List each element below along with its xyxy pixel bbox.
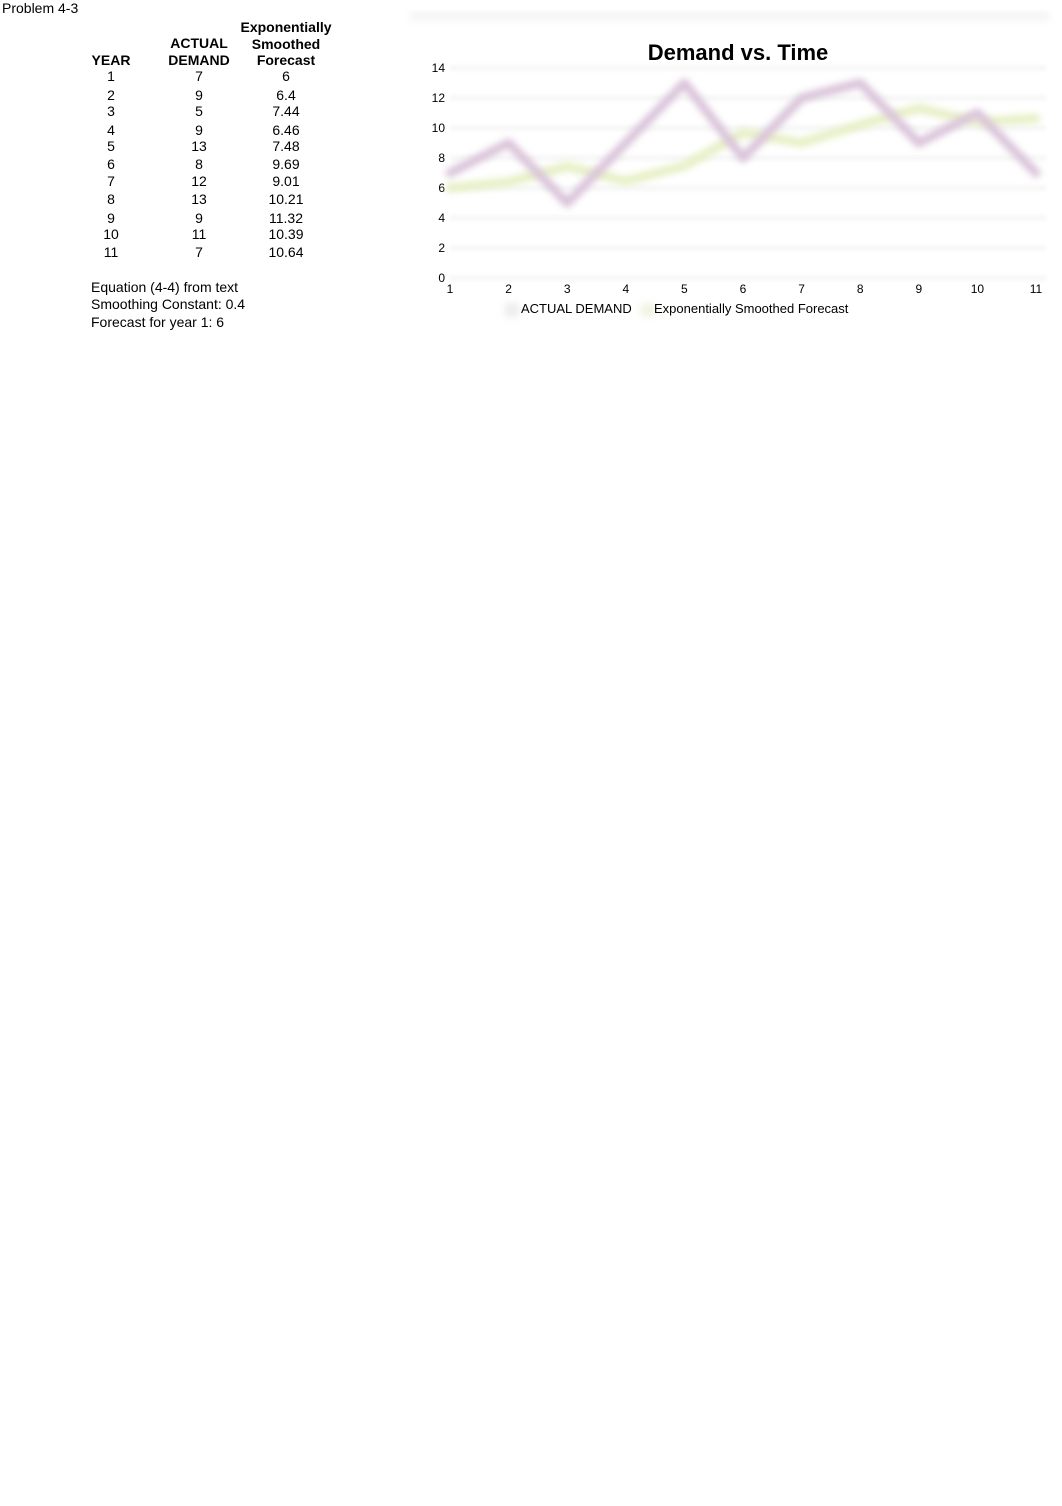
cell-forecast: 6.46 — [272, 122, 300, 138]
cell-year: 6 — [107, 156, 115, 172]
cell-actual: 12 — [191, 173, 207, 189]
chart-title: Demand vs. Time — [648, 40, 829, 65]
x-tick-label: 11 — [1030, 282, 1043, 296]
header-forecast-line3: Forecast — [256, 52, 316, 68]
header-forecast-line1: Exponentially — [240, 19, 332, 35]
note-equation: Equation (4-4) from text — [91, 279, 239, 295]
cell-year: 9 — [107, 210, 115, 226]
legend-swatch-actual-demand — [505, 303, 519, 317]
cell-actual: 13 — [191, 191, 207, 207]
y-tick-label: 10 — [432, 121, 446, 135]
series-line-actual-demand — [445, 78, 1041, 208]
cell-year: 2 — [107, 87, 115, 103]
cell-year: 5 — [107, 138, 115, 154]
x-tick-label: 2 — [505, 282, 512, 296]
legend-swatch-forecast — [641, 303, 655, 317]
cell-forecast: 7.48 — [272, 138, 300, 154]
cell-actual: 5 — [195, 103, 203, 119]
cell-forecast: 7.44 — [272, 103, 300, 119]
y-tick-label: 12 — [432, 91, 446, 105]
cell-actual: 9 — [195, 87, 203, 103]
x-tick-label: 3 — [564, 282, 571, 296]
y-tick-label: 0 — [438, 271, 445, 285]
cell-year: 1 — [107, 68, 115, 84]
y-tick-label: 2 — [438, 241, 445, 255]
series-lines — [445, 78, 1041, 208]
y-tick-label: 14 — [432, 61, 446, 75]
cell-forecast: 9.01 — [272, 173, 300, 189]
cell-year: 4 — [107, 122, 115, 138]
sheet-title: Problem 4-3 — [2, 0, 79, 16]
x-tick-label: 10 — [971, 282, 985, 296]
cell-forecast: 9.69 — [272, 156, 300, 172]
cell-year: 7 — [107, 173, 115, 189]
header-actual-demand: ACTUAL DEMAND — [160, 35, 238, 68]
header-forecast-line2: Smoothed — [251, 35, 321, 52]
cell-actual: 8 — [195, 156, 203, 172]
header-year: YEAR — [91, 52, 131, 68]
cell-actual: 11 — [191, 226, 207, 242]
cell-forecast: 10.21 — [268, 191, 304, 207]
y-axis-ticks: 0 2 4 6 8 10 12 14 — [432, 61, 446, 285]
header-actual-line1: ACTUAL — [170, 35, 228, 51]
chart-top-shadow — [410, 10, 1050, 22]
cell-actual: 9 — [195, 210, 203, 226]
cell-actual: 7 — [195, 68, 203, 84]
cell-year: 10 — [103, 226, 119, 242]
cell-forecast: 11.32 — [269, 210, 303, 226]
x-tick-label: 8 — [857, 282, 864, 296]
x-axis-ticks: 1 2 3 4 5 6 7 8 9 10 11 — [447, 282, 1043, 296]
y-tick-label: 8 — [438, 151, 445, 165]
cell-year: 11 — [103, 244, 119, 260]
cell-year: 8 — [107, 191, 115, 207]
cell-actual: 13 — [191, 138, 207, 154]
header-forecast: Exponentially Smoothed Forecast — [236, 19, 336, 69]
cell-forecast: 10.64 — [268, 244, 304, 260]
cell-year: 3 — [107, 103, 115, 119]
x-tick-label: 9 — [915, 282, 922, 296]
demand-vs-time-chart: Demand vs. Time 02468101214 1 2 3 4 5 6 7 8 9 10 1… — [410, 10, 1050, 317]
x-tick-label: 7 — [798, 282, 805, 296]
x-tick-label: 5 — [681, 282, 688, 296]
cell-actual: 7 — [195, 244, 203, 260]
x-tick-label: 1 — [447, 282, 454, 296]
y-tick-label: 6 — [438, 181, 445, 195]
x-tick-label: 4 — [622, 282, 629, 296]
note-forecast-year1: Forecast for year 1: 6 — [91, 314, 225, 330]
cell-actual: 9 — [195, 122, 203, 138]
cell-forecast: 6 — [282, 68, 290, 84]
x-tick-label: 6 — [740, 282, 747, 296]
legend: ACTUAL DEMAND Exponentially Smoothed Fore… — [505, 301, 849, 317]
header-actual-line2: DEMAND — [168, 51, 230, 68]
legend-label-forecast: Exponentially Smoothed Forecast — [654, 301, 849, 316]
legend-label-actual-demand: ACTUAL DEMAND — [521, 301, 632, 316]
cell-forecast: 6.4 — [276, 87, 296, 103]
y-tick-label: 4 — [438, 211, 445, 225]
cell-forecast: 10.39 — [268, 226, 304, 242]
note-smoothing-constant: Smoothing Constant: 0.4 — [91, 296, 246, 312]
